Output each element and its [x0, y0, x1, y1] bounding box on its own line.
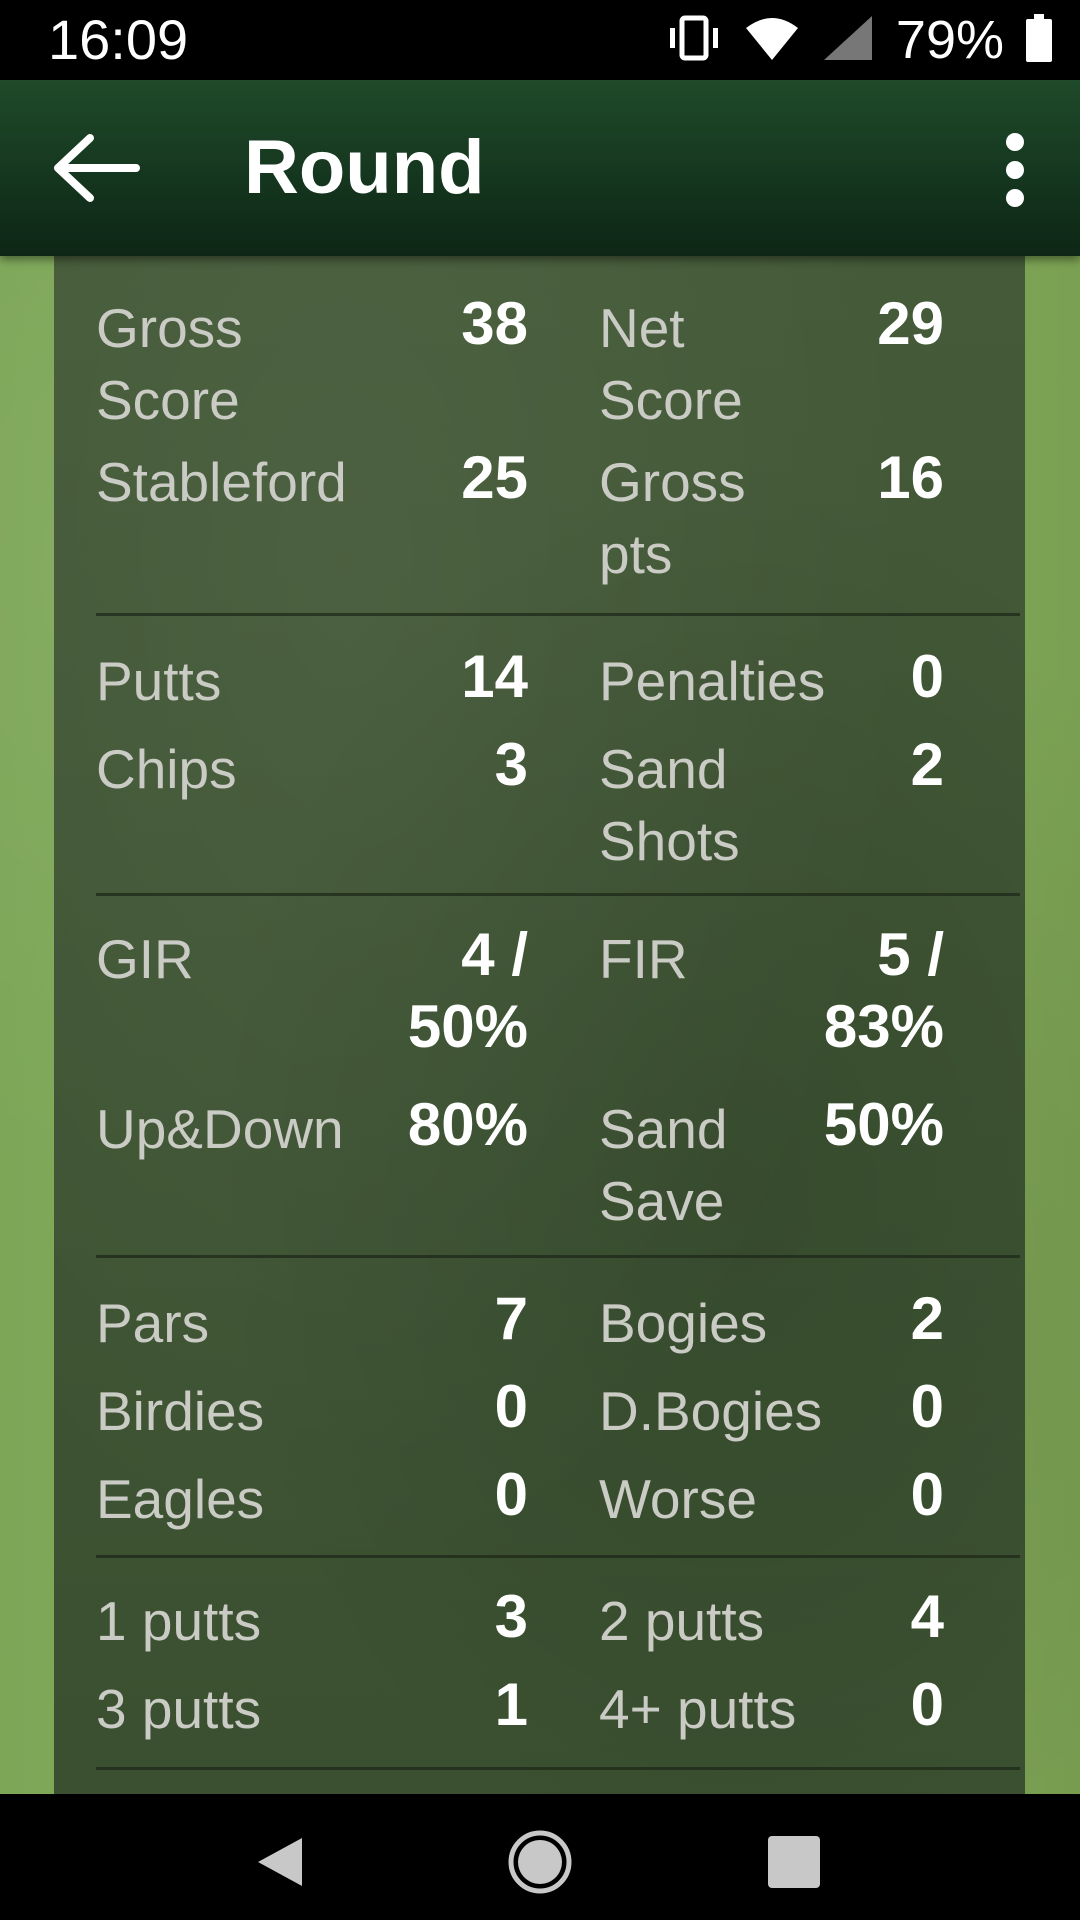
arrow-back-icon — [54, 134, 140, 202]
eagles-value: 0 — [494, 1461, 528, 1528]
overflow-menu-button[interactable] — [990, 130, 1040, 210]
pars-value: 7 — [494, 1285, 528, 1352]
nav-recents-icon — [768, 1836, 820, 1888]
status-icons: 79% — [666, 10, 1052, 70]
navigation-bar — [0, 1794, 1080, 1920]
up-down-label: Up&Down — [96, 1098, 344, 1160]
fir-label: FIR — [599, 928, 688, 990]
signal-icon — [822, 14, 874, 67]
bogies-label: Bogies — [599, 1292, 768, 1354]
d-bogies-label: D.Bogies — [599, 1380, 823, 1442]
four-plus-putts-value: 0 — [910, 1671, 944, 1738]
two-putts-label: 2 putts — [599, 1590, 765, 1652]
gir-value: 4 / 50% — [407, 921, 528, 1060]
putts-label: Putts — [96, 650, 222, 712]
chips-value: 3 — [494, 731, 528, 798]
hole-results-section: Pars 7 Bogies 2 Birdies 0 D.Bogies 0 Eag… — [96, 1255, 1020, 1558]
gir-label: GIR — [96, 928, 194, 990]
wifi-icon — [744, 14, 800, 67]
two-putts-value: 4 — [910, 1583, 944, 1650]
more-vert-icon — [1006, 133, 1024, 207]
gross-score-value: 38 — [461, 290, 528, 357]
birdies-label: Birdies — [96, 1380, 265, 1442]
sand-shots-value: 2 — [910, 731, 944, 798]
nav-back-button[interactable] — [240, 1822, 320, 1902]
sand-save-label: Sand Save — [599, 1098, 728, 1232]
pars-label: Pars — [96, 1292, 210, 1354]
chips-label: Chips — [96, 738, 237, 800]
sand-save-value: 50% — [823, 1091, 944, 1158]
status-time: 16:09 — [48, 8, 189, 71]
gross-pts-label: Gross pts — [599, 451, 746, 585]
d-bogies-value: 0 — [910, 1373, 944, 1440]
eagles-label: Eagles — [96, 1468, 265, 1530]
page-title: Round — [244, 125, 485, 210]
birdies-value: 0 — [494, 1373, 528, 1440]
scores-section: Gross Score 38 Net Score 29 Stableford 2… — [96, 256, 1020, 616]
sand-shots-label: Sand Shots — [599, 738, 740, 872]
three-putts-value: 1 — [494, 1671, 528, 1738]
nav-recents-button[interactable] — [754, 1822, 834, 1902]
fir-value: 5 / 83% — [823, 921, 944, 1060]
bogies-value: 2 — [910, 1285, 944, 1352]
shots-section: Putts 14 Penalties 0 Chips 3 Sand Shots … — [96, 613, 1020, 896]
one-putts-value: 3 — [494, 1583, 528, 1650]
app-bar: Round — [0, 80, 1080, 256]
status-bar: 16:09 79% — [0, 0, 1080, 80]
three-putts-label: 3 putts — [96, 1678, 262, 1740]
stableford-label: Stableford — [96, 451, 347, 513]
back-button[interactable] — [50, 132, 142, 204]
putts-value: 14 — [461, 643, 528, 710]
nav-back-icon — [258, 1838, 302, 1886]
gross-score-label: Gross Score — [96, 297, 243, 431]
up-down-value: 80% — [407, 1091, 528, 1158]
nav-home-icon — [508, 1830, 572, 1894]
penalties-value: 0 — [910, 643, 944, 710]
worse-value: 0 — [910, 1461, 944, 1528]
battery-percentage: 79% — [895, 10, 1004, 70]
one-putts-label: 1 putts — [96, 1590, 262, 1652]
stats-panel: Gross Score 38 Net Score 29 Stableford 2… — [54, 256, 1025, 1794]
vibrate-icon — [666, 14, 722, 67]
putts-distribution-section: 1 putts 3 2 putts 4 3 putts 1 4+ putts 0 — [96, 1555, 1020, 1770]
stableford-value: 25 — [461, 444, 528, 511]
gross-pts-value: 16 — [877, 444, 944, 511]
net-score-label: Net Score — [599, 297, 743, 431]
battery-icon — [1026, 13, 1052, 67]
net-score-value: 29 — [877, 290, 944, 357]
accuracy-section: GIR 4 / 50% FIR 5 / 83% Up&Down 80% Sand… — [96, 893, 1020, 1258]
worse-label: Worse — [599, 1468, 757, 1530]
nav-home-button[interactable] — [500, 1822, 580, 1902]
four-plus-putts-label: 4+ putts — [599, 1678, 797, 1740]
